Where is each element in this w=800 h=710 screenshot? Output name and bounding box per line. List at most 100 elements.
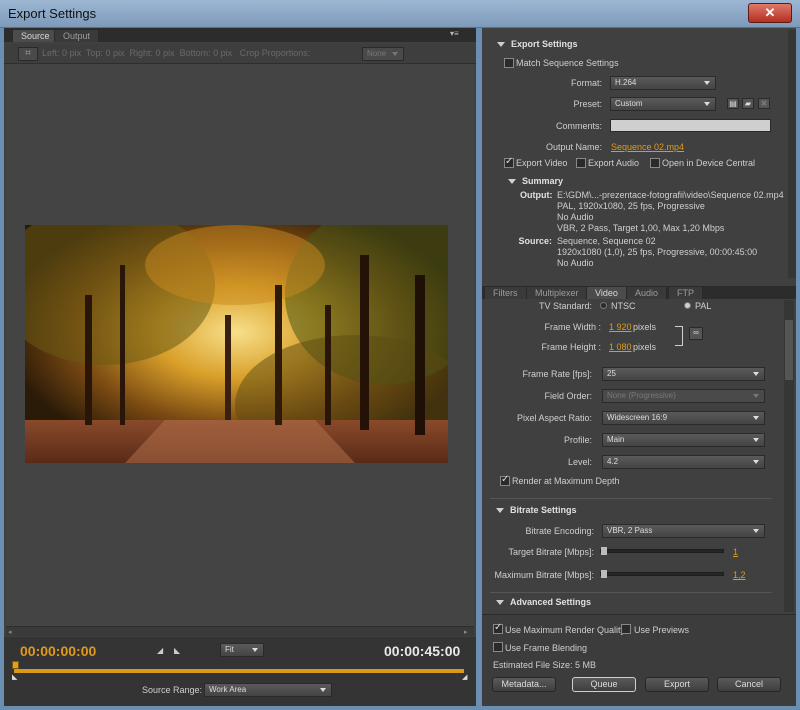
tab-filters[interactable]: Filters	[484, 286, 527, 299]
preset-label: Preset:	[573, 99, 602, 109]
export-video-label: Export Video	[516, 158, 568, 168]
tab-multiplexer[interactable]: Multiplexer	[526, 286, 588, 299]
summary-source-lines: Sequence, Sequence 02 1920x1080 (1,0), 25…	[557, 236, 758, 268]
crop-proportions-dropdown[interactable]: None	[362, 47, 404, 61]
output-name-link[interactable]: Sequence 02.mp4	[611, 142, 684, 152]
target-bitrate-value[interactable]: 1	[733, 547, 738, 557]
video-preview-frame	[25, 225, 448, 463]
use-frame-blending-checkbox[interactable]	[493, 642, 503, 652]
bitrate-encoding-dropdown[interactable]: VBR, 2 Pass	[602, 524, 765, 538]
summary-heading[interactable]: Summary	[508, 176, 563, 186]
panel-menu-icon[interactable]: ▾≡	[450, 29, 472, 40]
use-frame-blending-label: Use Frame Blending	[505, 643, 588, 653]
video-settings-scrollbar[interactable]	[784, 300, 794, 612]
bitrate-encoding-label: Bitrate Encoding:	[525, 526, 594, 536]
title-bar: Export Settings ✕	[0, 0, 800, 28]
tab-audio[interactable]: Audio	[626, 286, 668, 299]
frame-width-label: Frame Width :	[544, 322, 601, 332]
export-audio-checkbox[interactable]	[576, 158, 586, 168]
format-dropdown[interactable]: H.264	[610, 76, 716, 90]
link-bracket	[675, 326, 683, 346]
use-max-render-quality-label: Use Maximum Render Quality	[505, 625, 626, 635]
match-sequence-checkbox[interactable]	[504, 58, 514, 68]
playhead-icon[interactable]	[12, 661, 19, 669]
frame-width-unit: pixels	[633, 322, 657, 332]
advanced-settings-heading[interactable]: Advanced Settings	[496, 597, 591, 607]
frame-height-unit: pixels	[633, 342, 657, 352]
use-previews-label: Use Previews	[634, 625, 690, 635]
out-point-marker-icon[interactable]: ◢	[462, 673, 467, 681]
comments-label: Comments:	[555, 121, 602, 131]
max-bitrate-label: Maximum Bitrate [Mbps]:	[494, 570, 594, 580]
top-settings-scrollbar[interactable]	[788, 30, 796, 278]
summary-output-label: Output:	[520, 190, 553, 200]
duration-timecode: 00:00:45:00	[384, 643, 461, 659]
tab-ftp[interactable]: FTP	[668, 286, 703, 299]
scrollbar-thumb[interactable]	[785, 320, 793, 380]
field-order-label: Field Order:	[544, 391, 592, 401]
set-in-point-icon[interactable]: ◢	[157, 646, 163, 655]
frame-height-label: Frame Height :	[541, 342, 601, 352]
comments-input[interactable]	[610, 119, 771, 132]
field-order-dropdown[interactable]: None (Progressive)	[602, 389, 765, 403]
ntsc-label: NTSC	[611, 301, 636, 311]
use-previews-checkbox[interactable]	[621, 624, 631, 634]
scroll-right-icon[interactable]: ▸	[464, 628, 468, 636]
bitrate-settings-heading[interactable]: Bitrate Settings	[496, 505, 577, 515]
frame-rate-label: Frame Rate [fps]:	[522, 369, 592, 379]
window-title: Export Settings	[8, 6, 97, 21]
target-bitrate-knob[interactable]	[601, 547, 607, 555]
tab-video[interactable]: Video	[586, 286, 627, 299]
frame-width-value[interactable]: 1 920	[609, 322, 632, 332]
crop-toolbar: ⌗ Left: 0 pix Top: 0 pix Right: 0 pix Bo…	[4, 44, 476, 64]
timeline-panel: 00:00:00:00 ◢ ◣ Fit 00:00:45:00 ◣ ◢ Sour…	[4, 637, 476, 706]
zoom-dropdown[interactable]: Fit	[220, 643, 264, 657]
level-dropdown[interactable]: 4.2	[602, 455, 765, 469]
tab-output[interactable]: Output	[54, 29, 100, 42]
current-timecode[interactable]: 00:00:00:00	[20, 643, 96, 659]
preset-dropdown[interactable]: Custom	[610, 97, 716, 111]
settings-tabbar: Filters Multiplexer Video Audio FTP	[482, 286, 796, 299]
summary-source-label: Source:	[518, 236, 552, 246]
metadata-button[interactable]: Metadata...	[492, 677, 556, 692]
pal-label: PAL	[695, 301, 712, 311]
max-bitrate-knob[interactable]	[601, 570, 607, 578]
tab-source[interactable]: Source	[12, 29, 59, 42]
source-range-label: Source Range:	[142, 685, 203, 695]
viewer-scrollbar[interactable]: ◂ ▸	[6, 626, 474, 636]
target-bitrate-slider[interactable]	[600, 547, 724, 555]
save-preset-icon[interactable]: ▤	[727, 98, 739, 109]
frame-rate-dropdown[interactable]: 25	[602, 367, 765, 381]
render-max-depth-label: Render at Maximum Depth	[512, 476, 620, 486]
use-max-render-quality-checkbox[interactable]	[493, 622, 503, 634]
crop-icon[interactable]: ⌗	[18, 47, 38, 61]
queue-button[interactable]: Queue	[572, 677, 636, 692]
tv-standard-label: TV Standard:	[538, 301, 592, 311]
source-range-dropdown[interactable]: Work Area	[204, 683, 332, 697]
open-device-central-checkbox[interactable]	[650, 158, 660, 168]
match-sequence-label: Match Sequence Settings	[516, 58, 619, 68]
export-button[interactable]: Export	[645, 677, 709, 692]
frame-height-value[interactable]: 1 080	[609, 342, 632, 352]
delete-preset-icon[interactable]: ✖	[758, 98, 770, 109]
cancel-button[interactable]: Cancel	[717, 677, 781, 692]
import-preset-icon[interactable]: ▰	[742, 98, 754, 109]
export-settings-heading[interactable]: Export Settings	[497, 39, 578, 49]
close-button[interactable]: ✕	[748, 3, 792, 23]
profile-label: Profile:	[563, 435, 592, 445]
estimated-file-size: Estimated File Size: 5 MB	[493, 660, 597, 670]
pal-radio[interactable]	[684, 302, 691, 309]
max-bitrate-value[interactable]: 1,2	[733, 570, 746, 580]
in-point-marker-icon[interactable]: ◣	[12, 673, 17, 681]
export-video-checkbox[interactable]	[504, 156, 514, 168]
pixel-aspect-ratio-dropdown[interactable]: Widescreen 16:9	[602, 411, 765, 425]
profile-dropdown[interactable]: Main	[602, 433, 765, 447]
ntsc-radio[interactable]	[600, 302, 607, 309]
max-bitrate-slider[interactable]	[600, 570, 724, 578]
constrain-proportions-icon[interactable]: ∞	[689, 327, 703, 340]
render-max-depth-checkbox[interactable]	[500, 474, 510, 486]
set-out-point-icon[interactable]: ◣	[174, 646, 180, 655]
pixel-aspect-ratio-label: Pixel Aspect Ratio:	[516, 413, 592, 423]
scroll-left-icon[interactable]: ◂	[8, 628, 12, 636]
work-area-bar[interactable]	[14, 669, 464, 673]
